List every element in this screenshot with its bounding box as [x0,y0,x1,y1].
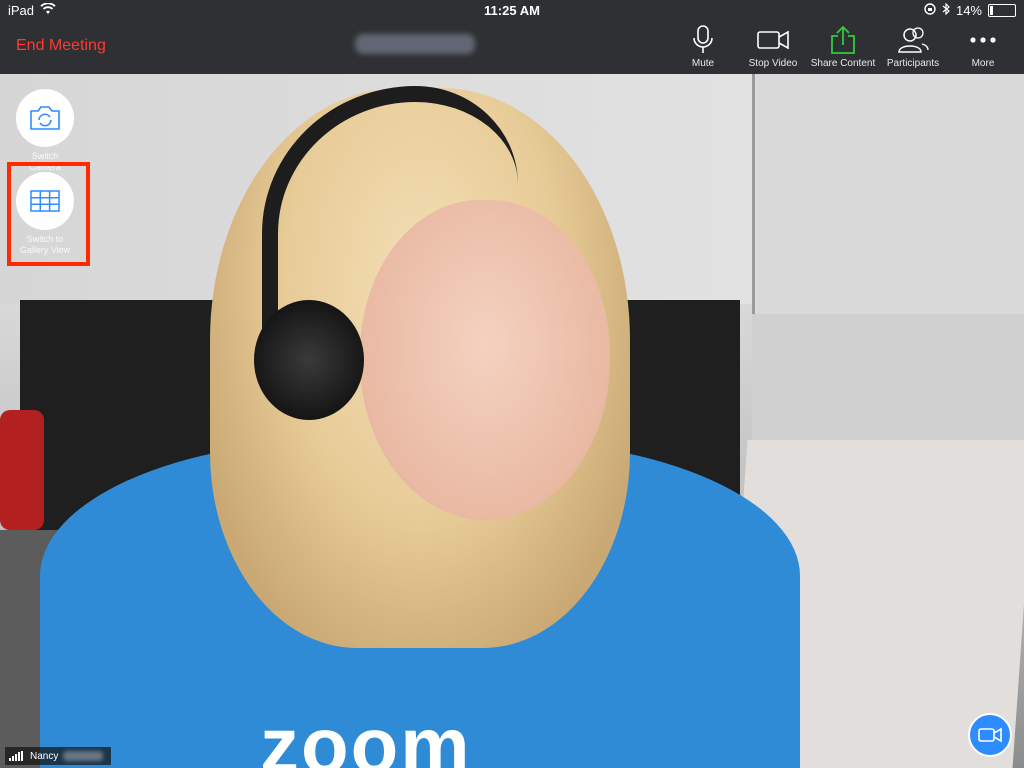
participants-label: Participants [886,58,940,69]
meeting-id-blurred [355,34,475,54]
microphone-icon [693,25,713,53]
meeting-top-bar: iPad 11:25 AM 14% End Meeting Mute Stop … [0,0,1024,74]
participant-name-tag: Nancy [5,747,111,765]
red-bag [0,410,44,530]
status-bar: iPad 11:25 AM 14% [0,0,1024,22]
participants-button[interactable]: Participants [878,24,948,69]
more-label: More [971,58,995,69]
more-dots-icon [970,37,996,43]
participants-icon [898,27,929,53]
video-camera-icon [757,30,789,50]
status-time: 11:25 AM [484,3,540,18]
background-panel-right [752,74,1024,314]
mute-button[interactable]: Mute [668,24,738,69]
shirt-logo: zoom [260,701,472,768]
orientation-lock-icon [924,3,936,18]
participant-name: Nancy [30,750,59,762]
switch-camera-circle [16,89,74,147]
camera-fab-button[interactable] [968,713,1012,757]
headset-earcup [254,300,364,420]
highlight-box [7,162,90,266]
mute-label: Mute [691,58,715,69]
share-content-label: Share Content [810,58,876,69]
meeting-toolbar: Mute Stop Video Share Content Participan… [668,24,1018,69]
battery-icon [988,4,1016,17]
participant-surname-blurred [63,751,104,761]
battery-percent: 14% [955,3,982,18]
video-camera-icon [978,727,1002,743]
share-upload-icon [831,25,855,54]
stop-video-button[interactable]: Stop Video [738,24,808,69]
end-meeting-button[interactable]: End Meeting [16,37,106,55]
share-content-button[interactable]: Share Content [808,24,878,69]
signal-strength-icon [9,751,23,761]
switch-camera-icon [30,106,60,130]
more-button[interactable]: More [948,24,1018,69]
video-feed: zoom [0,0,1024,768]
bluetooth-icon [942,2,950,18]
stop-video-label: Stop Video [748,58,798,69]
switch-camera-button[interactable]: Switch Camera [15,89,75,173]
background-panel-right-lower [752,314,1024,444]
